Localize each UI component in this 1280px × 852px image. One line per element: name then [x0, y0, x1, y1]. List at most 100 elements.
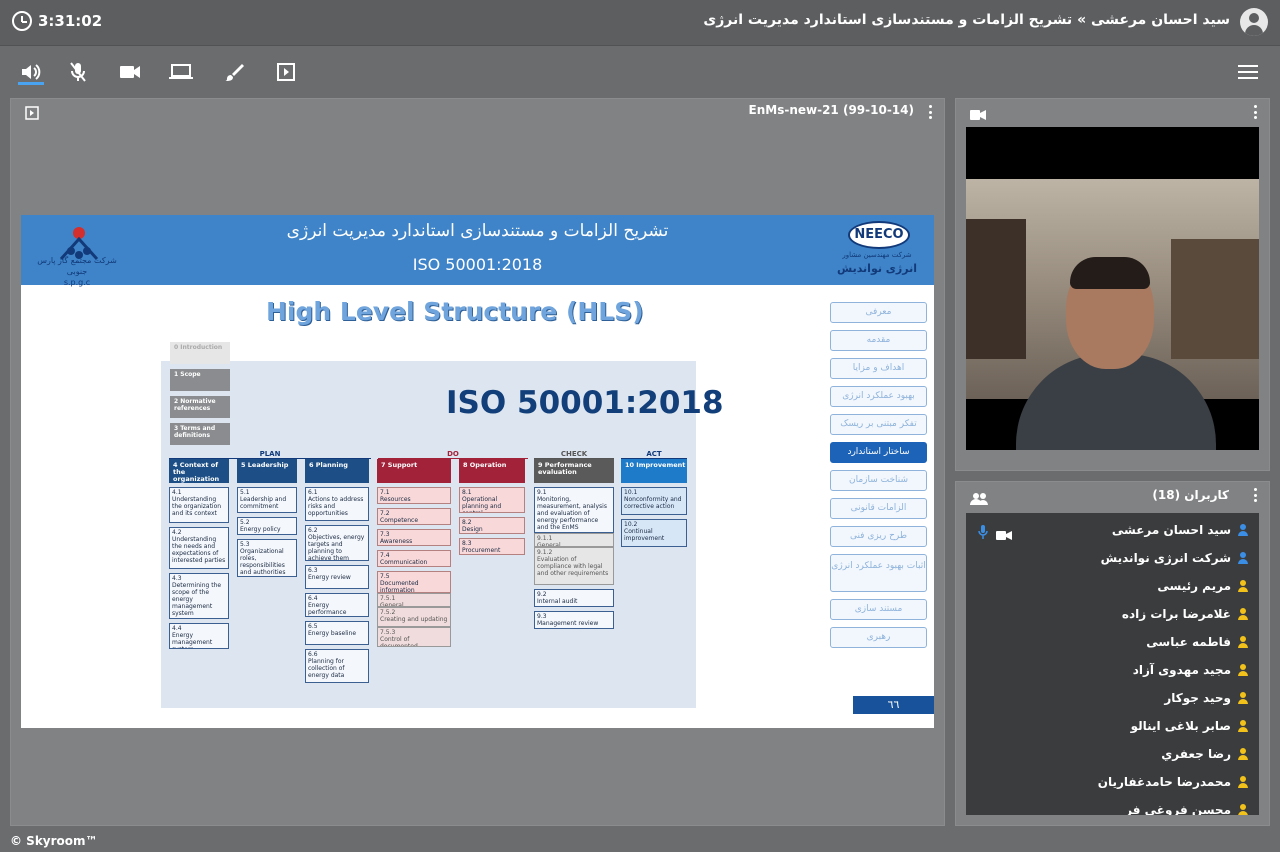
- user-list-item[interactable]: وحید جوکار: [1164, 688, 1249, 708]
- hls-cell: 6.6 Planning for collection of energy da…: [305, 649, 369, 683]
- user-list-item[interactable]: مجید مهدوی آزاد: [1133, 660, 1249, 680]
- user-icon: [1237, 524, 1249, 536]
- user-list-item[interactable]: رضا جعفري: [1161, 744, 1249, 764]
- user-list-item[interactable]: صابر بلاغی اینالو: [1131, 716, 1249, 736]
- clause-box: 2 Normative references: [170, 396, 230, 418]
- slide-nav-button[interactable]: مقدمه: [830, 330, 927, 351]
- user-name: مجید مهدوی آزاد: [1132, 663, 1231, 677]
- brush-icon[interactable]: [221, 59, 247, 85]
- user-list-item[interactable]: شرکت انرژی نواندیش: [1101, 548, 1249, 568]
- slide-nav-button[interactable]: تفکر مبتنی بر ریسک: [830, 414, 927, 435]
- user-list-item[interactable]: فاطمه عباسی: [1146, 632, 1249, 652]
- hls-column-header: 10 Improvement: [621, 459, 687, 483]
- user-icon: [1237, 720, 1249, 732]
- hls-cell: 9.1.1 General: [534, 533, 614, 547]
- video-camera-icon: [970, 106, 986, 125]
- phase-label: DO: [378, 450, 528, 459]
- users-title: کاربران (18): [1152, 488, 1229, 502]
- slide-nav-button[interactable]: اهداف و مزایا: [830, 358, 927, 379]
- hls-cell: 9.3 Management review: [534, 611, 614, 629]
- slide-nav-button[interactable]: رهبری: [830, 627, 927, 648]
- user-icon: [1237, 552, 1249, 564]
- user-list-item[interactable]: محسن فروغی فر: [1125, 800, 1249, 815]
- hls-cell: 6.5 Energy baseline: [305, 621, 369, 645]
- hls-cell: 8.3 Procurement: [459, 538, 525, 555]
- hls-cell: 7.5.3 Control of documented information: [377, 627, 451, 647]
- session-timer: 3:31:02: [38, 12, 103, 30]
- active-tab-indicator: [18, 82, 44, 85]
- hls-cell: 5.2 Energy policy: [237, 517, 297, 535]
- hls-cell: 6.2 Objectives, energy targets and plann…: [305, 525, 369, 561]
- users-group-icon: [970, 490, 988, 509]
- phase-label: PLAN: [169, 450, 371, 459]
- hls-cell: 4.2 Understanding the needs and expectat…: [169, 527, 229, 569]
- hls-column-header: 8 Operation: [459, 459, 525, 483]
- hls-cell: 4.3 Determining the scope of the energy …: [169, 573, 229, 619]
- skyroom-brand: © Skyroom™: [10, 834, 98, 848]
- slide-nav-button[interactable]: مستند سازی: [830, 599, 927, 620]
- slide-nav-button[interactable]: شناخت سازمان: [830, 470, 927, 491]
- presentation-options-icon[interactable]: [928, 105, 932, 119]
- hls-column-header: 7 Support: [377, 459, 451, 483]
- presentation-file-title: EnMs-new-21 (99-10-14): [748, 103, 914, 117]
- video-options-icon[interactable]: [1253, 105, 1257, 119]
- user-list-item[interactable]: مریم رئیسی: [1157, 576, 1249, 596]
- user-list-item[interactable]: غلامرضا برات زاده: [1122, 604, 1249, 624]
- user-name: سید احسان مرعشی: [1111, 523, 1231, 537]
- mic-icon[interactable]: [978, 524, 988, 543]
- hls-cell: 6.3 Energy review: [305, 565, 369, 589]
- slide-nav-button[interactable]: معرفی: [830, 302, 927, 323]
- menu-icon[interactable]: [1238, 65, 1258, 79]
- neeco-logo-sub2: انرژی نواندیش: [837, 262, 917, 275]
- slide-nav-button[interactable]: الزامات قانونی: [830, 498, 927, 519]
- user-name: فاطمه عباسی: [1146, 635, 1231, 649]
- hls-cell: 7.5.2 Creating and updating: [377, 607, 451, 627]
- hls-cell: 7.5 Documented information: [377, 571, 451, 593]
- user-name: صابر بلاغی اینالو: [1130, 719, 1231, 733]
- hls-cell: 7.1 Resources: [377, 487, 451, 504]
- users-options-icon[interactable]: [1253, 488, 1257, 502]
- hls-cell: 6.1 Actions to address risks and opportu…: [305, 487, 369, 521]
- top-bar: 3:31:02 سید احسان مرعشی » تشریح الزامات …: [0, 0, 1280, 46]
- slide-nav-button[interactable]: بهبود عملکرد انرژی: [830, 386, 927, 407]
- user-list-item[interactable]: سید احسان مرعشی: [1112, 520, 1249, 540]
- presentation-icon[interactable]: [273, 59, 299, 85]
- user-camera-icon[interactable]: [996, 526, 1012, 545]
- slide: تشریح الزامات و مستندسازی استاندارد مدیر…: [21, 215, 934, 728]
- mic-muted-icon[interactable]: [65, 59, 91, 85]
- neeco-logo-sub1: شرکت مهندسین مشاور: [842, 251, 912, 259]
- slide-subtitle: ISO 50001:2018: [412, 255, 543, 274]
- hls-cell: 5.3 Organizational roles, responsibiliti…: [237, 539, 297, 577]
- clause-box: 0 Introduction: [170, 342, 230, 364]
- user-list-item[interactable]: محمدرضا حامدغفاریان: [1098, 772, 1249, 792]
- page-number: ٦٦: [853, 696, 934, 714]
- slide-nav-button[interactable]: ساختار استاندارد: [830, 442, 927, 463]
- user-name: غلامرضا برات زاده: [1121, 607, 1231, 621]
- video-feed: [966, 127, 1259, 450]
- hls-cell: 7.5.1 General: [377, 593, 451, 607]
- hls-cell: 4.4 Energy management system: [169, 623, 229, 649]
- slide-nav-button[interactable]: اثبات بهبود عملکرد انرژی: [830, 554, 927, 592]
- hls-cell: 7.2 Competence: [377, 508, 451, 525]
- hls-cell: 9.1 Monitoring, measurement, analysis an…: [534, 487, 614, 533]
- iso-big-title: ISO 50001:2018: [446, 385, 724, 421]
- user-avatar-icon[interactable]: [1240, 8, 1268, 36]
- screen-share-icon[interactable]: [168, 59, 194, 85]
- hls-cell: 9.1.2 Evaluation of compliance with lega…: [534, 547, 614, 585]
- hls-column-header: 9 Performance evaluation: [534, 459, 614, 483]
- hls-cell: 5.1 Leadership and commitment: [237, 487, 297, 513]
- slide-nav-button[interactable]: طرح ریزی فنی: [830, 526, 927, 547]
- neeco-logo: NEECO: [848, 221, 910, 249]
- user-icon: [1237, 748, 1249, 760]
- user-name: محسن فروغی فر: [1125, 803, 1231, 815]
- hls-column-header: 5 Leadership: [237, 459, 297, 483]
- hls-cell: 10.2 Continual improvement: [621, 519, 687, 547]
- user-name: وحید جوکار: [1164, 691, 1231, 705]
- user-icon: [1237, 608, 1249, 620]
- presentation-panel-icon[interactable]: [25, 105, 39, 124]
- user-icon: [1237, 804, 1249, 815]
- hls-cell: 9.2 Internal audit: [534, 589, 614, 607]
- camera-icon[interactable]: [117, 59, 143, 85]
- user-icon: [1237, 776, 1249, 788]
- slide-header: تشریح الزامات و مستندسازی استاندارد مدیر…: [21, 215, 934, 285]
